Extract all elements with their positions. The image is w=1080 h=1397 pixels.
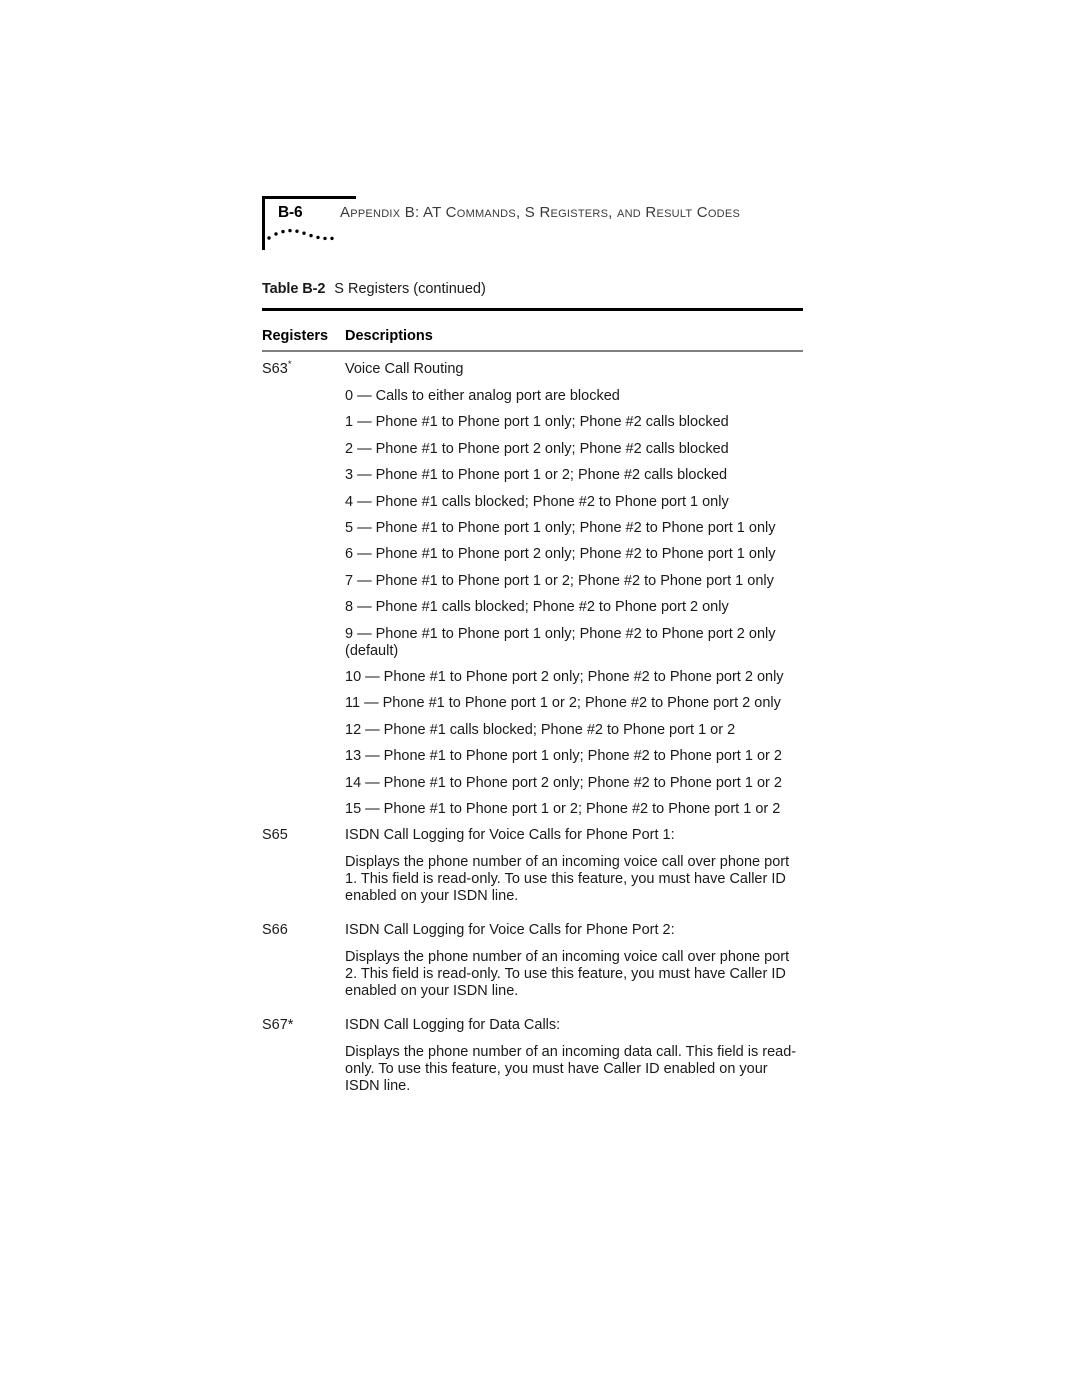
header-rule-top [262, 196, 356, 199]
table-row: S66 ISDN Call Logging for Voice Calls fo… [262, 922, 803, 1000]
register-id-text: S67* [262, 1017, 294, 1034]
table-caption-label: Table B-2 [262, 281, 326, 297]
running-header-title: Appendix B: AT Commands, S Registers, an… [340, 204, 741, 221]
option-line: 12 — Phone #1 calls blocked; Phone #2 to… [345, 721, 736, 738]
register-body: Displays the phone number of an incoming… [345, 949, 790, 1000]
register-body: Displays the phone number of an incoming… [345, 1044, 797, 1095]
header-rule-left [262, 196, 265, 250]
register-title: ISDN Call Logging for Voice Calls for Ph… [345, 827, 675, 844]
register-id: S65 [262, 827, 340, 843]
option-line: 9 — Phone #1 to Phone port 1 only; Phone… [345, 625, 776, 659]
register-body: Displays the phone number of an incoming… [345, 854, 790, 905]
option-line: 8 — Phone #1 calls blocked; Phone #2 to … [345, 599, 729, 616]
running-header: B-6 Appendix B: AT Commands, S Registers… [262, 196, 822, 252]
table-caption-title: S Registers (continued) [334, 281, 486, 297]
register-title: ISDN Call Logging for Data Calls: [345, 1017, 561, 1034]
register-id: S63* [262, 359, 340, 377]
option-line: 4 — Phone #1 calls blocked; Phone #2 to … [345, 493, 729, 510]
register-id: S66 [262, 922, 340, 938]
register-description: ISDN Call Logging for Voice Calls for Ph… [345, 827, 803, 905]
table-top-rule [262, 308, 803, 311]
row-spacer [262, 1000, 822, 1017]
table-row: S63* Voice Call Routing 0 — Calls to eit… [262, 359, 803, 827]
table-body: S63* Voice Call Routing 0 — Calls to eit… [262, 359, 822, 1095]
dot-wave-ornament-icon [267, 228, 334, 241]
register-id-text: S65 [262, 827, 288, 844]
register-id-text: S66 [262, 922, 288, 939]
register-description: ISDN Call Logging for Data Calls: Displa… [345, 1017, 803, 1095]
table-caption: Table B-2 S Registers (continued) [262, 281, 486, 297]
option-line: 11 — Phone #1 to Phone port 1 or 2; Phon… [345, 695, 781, 712]
column-header-descriptions: Descriptions [345, 328, 433, 344]
option-line: 14 — Phone #1 to Phone port 2 only; Phon… [345, 774, 782, 791]
option-line: 7 — Phone #1 to Phone port 1 or 2; Phone… [345, 572, 774, 589]
option-line: 15 — Phone #1 to Phone port 1 or 2; Phon… [345, 800, 781, 817]
table-row: S67* ISDN Call Logging for Data Calls: D… [262, 1017, 803, 1095]
option-line: 5 — Phone #1 to Phone port 1 only; Phone… [345, 519, 776, 536]
register-description: Voice Call Routing 0 — Calls to either a… [345, 361, 803, 827]
register-id-text: S63 [262, 361, 288, 377]
page-folio: B-6 [278, 204, 303, 221]
register-title: ISDN Call Logging for Voice Calls for Ph… [345, 922, 675, 939]
row-spacer [262, 905, 822, 922]
document-page: B-6 Appendix B: AT Commands, S Registers… [0, 0, 1080, 1397]
option-line: 6 — Phone #1 to Phone port 2 only; Phone… [345, 546, 776, 563]
option-line: 3 — Phone #1 to Phone port 1 or 2; Phone… [345, 467, 728, 484]
table-header-rule [262, 350, 803, 352]
option-line: 1 — Phone #1 to Phone port 1 only; Phone… [345, 414, 729, 431]
table-row: S65 ISDN Call Logging for Voice Calls fo… [262, 827, 803, 905]
register-title: Voice Call Routing [345, 361, 464, 377]
register-id: S67* [262, 1017, 340, 1033]
option-line: 2 — Phone #1 to Phone port 2 only; Phone… [345, 440, 729, 457]
option-line: 0 — Calls to either analog port are bloc… [345, 388, 620, 404]
register-footnote-marker: * [287, 359, 292, 371]
option-line: 13 — Phone #1 to Phone port 1 only; Phon… [345, 748, 782, 765]
option-line: 10 — Phone #1 to Phone port 2 only; Phon… [345, 669, 784, 686]
register-description: ISDN Call Logging for Voice Calls for Ph… [345, 922, 803, 1000]
column-header-registers: Registers [262, 328, 329, 344]
